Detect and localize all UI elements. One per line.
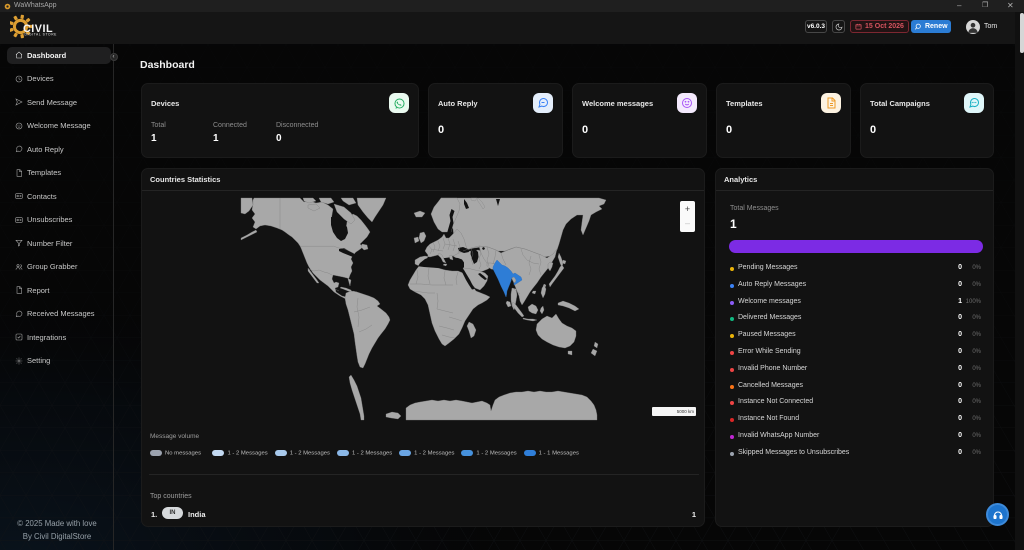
svg-text:DIGITAL STORE: DIGITAL STORE bbox=[25, 33, 58, 37]
